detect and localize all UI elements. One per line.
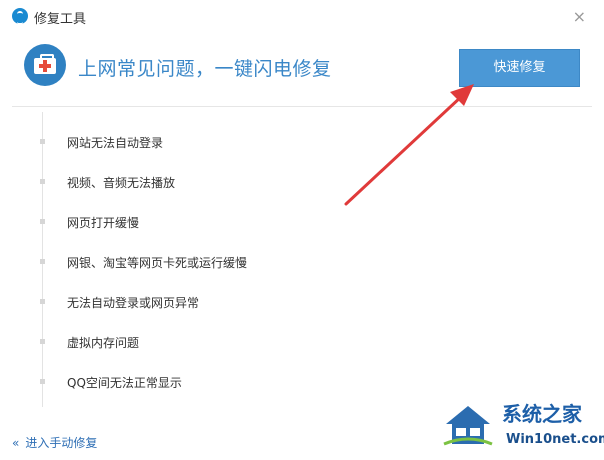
issue-label: QQ空间无法正常显示 (67, 376, 182, 390)
issue-label: 视频、音频无法播放 (67, 176, 176, 190)
manual-repair-label: 进入手动修复 (25, 436, 98, 450)
issue-label: 网银、淘宝等网页卡死或运行缓慢 (67, 256, 248, 270)
quick-repair-button[interactable]: 快速修复 (459, 49, 580, 87)
watermark-brand: 系统之家 (502, 402, 582, 426)
title-bar: 修复工具 × (0, 0, 604, 34)
divider (12, 106, 592, 107)
bullet-dot (40, 139, 45, 144)
first-aid-kit-icon (24, 44, 66, 86)
double-chevron-left-icon: « (12, 436, 20, 450)
header: 上网常见问题，一键闪电修复 快速修复 (0, 34, 604, 106)
bullet-dot (40, 179, 45, 184)
issue-label: 网页打开缓慢 (67, 216, 140, 230)
headline: 上网常见问题，一键闪电修复 (78, 58, 332, 80)
close-button[interactable]: × (573, 7, 586, 26)
house-logo-icon (443, 406, 493, 446)
bullet-dot (40, 379, 45, 384)
bullet-dot (40, 259, 45, 264)
issue-label: 网站无法自动登录 (67, 136, 164, 150)
watermark: 系统之家 Win10net.com (442, 392, 604, 456)
bullet-dot (40, 299, 45, 304)
issue-label: 虚拟内存问题 (67, 336, 140, 350)
bullet-dot (40, 339, 45, 344)
issue-label: 无法自动登录或网页异常 (67, 296, 200, 310)
watermark-site: Win10net.com (506, 432, 604, 447)
bullet-dot (40, 219, 45, 224)
window-title: 修复工具 (34, 12, 87, 27)
app-logo-icon (12, 8, 28, 25)
manual-repair-link[interactable]: « 进入手动修复 (12, 434, 97, 451)
